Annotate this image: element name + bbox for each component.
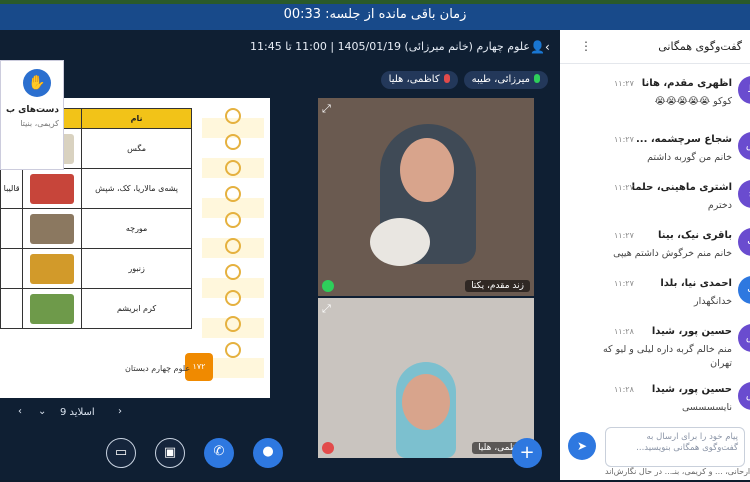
next-slide-button[interactable]: ‹: [18, 406, 22, 417]
expand-icon[interactable]: ⤢: [322, 102, 331, 116]
message-text: نایسسسسی: [681, 402, 732, 413]
avatar: ح: [738, 180, 750, 208]
video-face: [400, 138, 454, 202]
video-tile[interactable]: ⤢ زند مقدم، یکتا: [318, 98, 534, 296]
avatar: ط: [738, 76, 750, 104]
message-time: ۱۱:۲۷: [614, 231, 634, 240]
presentation-area: 👤‹ علوم چهارم (خانم میرزائی) 1405/01/19 …: [0, 30, 560, 480]
mic-active-icon: [322, 280, 334, 292]
avatar: ب: [738, 276, 750, 304]
speaker-chip-label: میرزائی، طیبه: [471, 74, 530, 85]
message-time: ۱۱:۲۸: [614, 327, 634, 336]
camera-off-icon[interactable]: ▣: [155, 438, 185, 468]
slide-table-header-name: نام: [81, 108, 192, 129]
message-text: کوکو 😭😭😭😭😭: [654, 96, 732, 107]
slide-decoration: [202, 98, 264, 388]
session-timer-bar: زمان باقی مانده از جلسه: 00:33: [0, 0, 750, 30]
raised-hands-title: دست‌های ب: [5, 105, 59, 115]
chat-message: ش حسین پور، شیدا ۱۱:۲۸ منم خالم گربه دار…: [560, 322, 750, 378]
message-text: خانم من گوربه داشتم: [647, 152, 732, 163]
raised-hands-name: کریمی، بنیتا: [20, 119, 59, 128]
message-author: شجاع سرچشمه، ...: [636, 134, 732, 145]
table-cell: مورچه: [81, 208, 192, 249]
message-time: ۱۱:۲۷: [614, 135, 634, 144]
chat-message: ط اظهری مقدم، هانا ۱۱:۲۷ کوکو 😭😭😭😭😭: [560, 74, 750, 130]
message-author: اشتری ماهینی، حلما: [631, 182, 732, 193]
avatar: ب: [738, 228, 750, 256]
plus-icon[interactable]: +: [512, 438, 542, 468]
ant-image: [30, 213, 75, 244]
message-text: خدانگهدار: [694, 296, 732, 307]
silkworm-image: [30, 293, 75, 324]
video-cat: [370, 218, 430, 266]
mosquito-image: [30, 173, 75, 204]
prev-slide-button[interactable]: ›: [118, 406, 122, 417]
send-icon[interactable]: ➤: [568, 432, 596, 460]
message-author: اظهری مقدم، هانا: [641, 78, 732, 89]
message-time: ۱۱:۲۷: [614, 183, 634, 192]
message-time: ۱۱:۲۷: [614, 79, 634, 88]
video-tile[interactable]: ⤢ کاظمی، هلیا: [318, 298, 534, 458]
more-options-icon[interactable]: ⋮: [580, 39, 592, 53]
table-cell: [22, 288, 83, 329]
mic-icon[interactable]: ●: [253, 438, 283, 468]
message-time: ۱۱:۲۷: [614, 279, 634, 288]
raise-hand-icon[interactable]: ✋: [23, 69, 51, 97]
avatar: ش: [738, 324, 750, 352]
slide-navigation: ‹ ⌄ اسلاید 9 ›: [0, 402, 272, 426]
mic-muted-icon: [443, 74, 450, 83]
chat-input[interactable]: پیام خود را برای ارسال به گفت‌وگوی همگان…: [605, 427, 745, 467]
screen-share-off-icon[interactable]: ▭: [106, 438, 136, 468]
video-face: [402, 374, 450, 430]
table-cell: پشه‌ی مالاریا، کک، شپش: [81, 168, 192, 209]
speaker-chip[interactable]: میرزائی، طیبه: [463, 71, 548, 89]
message-text: خانم منم خرگوش داشتم هیپی: [613, 248, 732, 259]
public-chat-panel: ⋮ گفت‌وگوی همگانی ط اظهری مقدم، هانا ۱۱:…: [560, 30, 750, 480]
top-accent-strip: [0, 0, 750, 4]
meeting-title: علوم چهارم (خانم میرزائی) 1405/01/19 | 1…: [250, 40, 530, 53]
table-cell: [22, 248, 83, 289]
table-cell: زنبور: [81, 248, 192, 289]
call-controls: ▭ ▣ ✆ ●: [0, 438, 560, 482]
table-cell: [0, 208, 24, 249]
message-author: باقری نیک، بینا: [658, 230, 732, 241]
avatar: ش: [738, 382, 750, 410]
chat-header: ⋮ گفت‌وگوی همگانی: [560, 30, 750, 64]
message-author: حسین پور، شیدا: [651, 326, 732, 337]
table-cell: قالیبا: [0, 168, 24, 209]
message-time: ۱۱:۲۸: [614, 385, 634, 394]
raised-hands-panel[interactable]: ✋ دست‌های ب کریمی، بنیتا: [0, 60, 64, 170]
table-cell: کرم ابریشم: [81, 288, 192, 329]
slide-footer: علوم چهارم دبستان: [125, 364, 191, 373]
message-author: احمدی نیا، بلدا: [660, 278, 732, 289]
chat-title: گفت‌وگوی همگانی: [658, 40, 742, 53]
speaker-chip-label: کاظمی، هلیا: [388, 74, 440, 85]
speaker-chips: میرزائی، طیبه کاظمی، هلیا: [380, 71, 548, 89]
table-cell: [0, 288, 24, 329]
slide-dropdown-icon[interactable]: ⌄: [38, 406, 46, 417]
avatar: ش: [738, 132, 750, 160]
typing-indicator: ...ارحانی، ... و کریمی، بنـ... در حال نگ…: [605, 467, 750, 476]
message-text: تهران: [710, 358, 732, 369]
session-timer-text: زمان باقی مانده از جلسه: 00:33: [283, 7, 467, 22]
table-cell: مگس: [81, 128, 192, 169]
message-author: حسین پور، شیدا: [651, 384, 732, 395]
speaker-chip[interactable]: کاظمی، هلیا: [380, 71, 458, 89]
meeting-header: 👤‹ علوم چهارم (خانم میرزائی) 1405/01/19 …: [0, 30, 560, 68]
expand-icon[interactable]: ⤢: [322, 302, 331, 316]
message-text: دخترم: [707, 200, 732, 211]
table-cell: [22, 168, 83, 209]
table-cell: [0, 248, 24, 289]
phone-icon[interactable]: ✆: [204, 438, 234, 468]
slide-number: اسلاید 9: [60, 407, 95, 418]
table-cell: [22, 208, 83, 249]
bee-image: [30, 253, 75, 284]
video-name: زند مقدم، یکتا: [465, 280, 530, 292]
mic-active-icon: [534, 74, 540, 83]
message-text: منم خالم گربه داره لیلی و لیو که: [602, 344, 732, 355]
participants-icon[interactable]: 👤‹: [530, 40, 550, 58]
